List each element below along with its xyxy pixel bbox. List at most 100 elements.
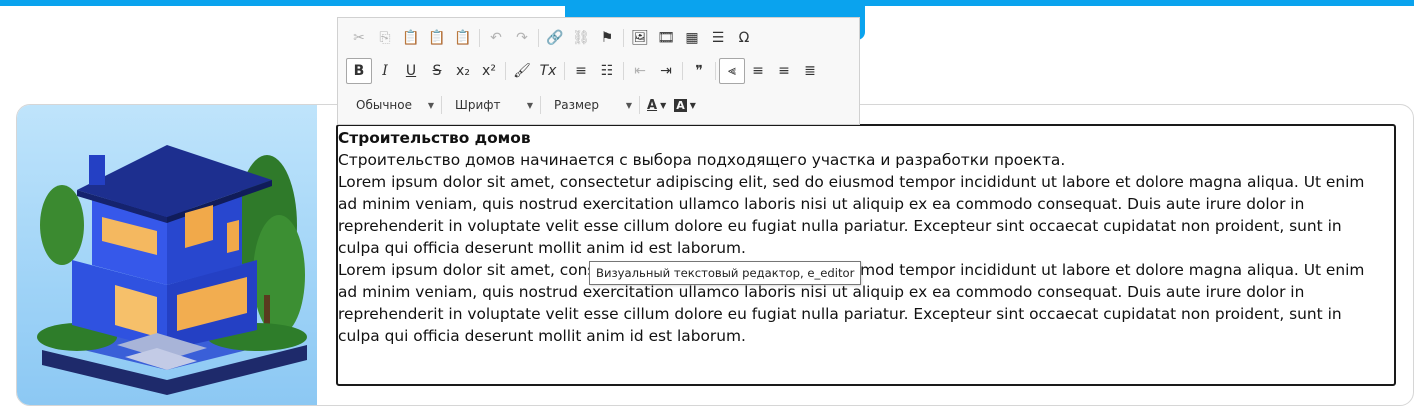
font-combo[interactable]: Шрифт ▼	[445, 94, 537, 116]
justify-icon: ≣	[804, 63, 816, 79]
anchor-button[interactable]: ⚑	[594, 25, 620, 51]
copy-button[interactable]: ⎘	[372, 25, 398, 51]
editor-paragraph-2: Lorem ipsum dolor sit amet, consectetur …	[338, 173, 1365, 257]
chevron-down-icon: ▼	[427, 100, 434, 110]
bold-icon: B	[353, 63, 365, 79]
numbered-list-button[interactable]: ≡	[568, 58, 594, 84]
special-char-button[interactable]: Ω	[731, 25, 757, 51]
toolbar-separator	[441, 96, 442, 114]
table-icon: ▦	[685, 30, 699, 46]
horizontal-line-icon: ☰	[711, 30, 725, 46]
copy-format-icon: 🖌	[513, 63, 531, 79]
editor-tooltip: Визуальный текстовый редактор, e_editor	[589, 261, 862, 285]
unlink-icon: ⛓	[572, 30, 590, 46]
undo-icon: ↶	[490, 30, 502, 46]
redo-button[interactable]: ↷	[509, 25, 535, 51]
strikethrough-icon: S	[432, 63, 442, 79]
align-left-icon: ⫷	[728, 63, 736, 79]
toolbar-separator	[623, 62, 624, 80]
cut-icon: ✂	[353, 30, 365, 46]
italic-button[interactable]: I	[372, 58, 398, 84]
paste-text-icon: 📋	[428, 30, 446, 46]
toolbar-separator	[505, 62, 506, 80]
align-right-icon: ≡	[778, 63, 790, 79]
superscript-button[interactable]: x²	[476, 58, 502, 84]
indent-button[interactable]: ⇥	[653, 58, 679, 84]
link-icon: 🔗	[546, 30, 564, 46]
toolbar-separator	[715, 62, 716, 80]
toolbar-row-3: Обычное ▼ Шрифт ▼ Размер ▼ A ▼ A ▼	[346, 92, 700, 118]
chevron-down-icon: ▼	[625, 100, 632, 110]
bulleted-list-icon: ☷	[600, 63, 614, 79]
bulleted-list-button[interactable]: ☷	[594, 58, 620, 84]
toolbar-separator	[538, 29, 539, 47]
align-left-button[interactable]: ⫷	[719, 58, 745, 84]
format-combo-label: Обычное	[356, 98, 412, 112]
copy-icon: ⎘	[379, 30, 391, 46]
blockquote-icon: ❞	[695, 63, 703, 79]
toolbar-separator	[623, 29, 624, 47]
text-color-icon: A	[647, 97, 658, 113]
video-button[interactable]: 🎞	[653, 25, 679, 51]
remove-format-button[interactable]: Tx	[535, 58, 561, 84]
underline-button[interactable]: U	[398, 58, 424, 84]
blockquote-button[interactable]: ❞	[686, 58, 712, 84]
editor-heading: Строительство домов	[338, 129, 531, 147]
horizontal-line-button[interactable]: ☰	[705, 25, 731, 51]
underline-icon: U	[405, 63, 417, 79]
toolbar-separator	[682, 62, 683, 80]
paste-button[interactable]: 📋	[398, 25, 424, 51]
text-color-button[interactable]: A ▼	[643, 93, 670, 117]
paste-icon: 📋	[402, 30, 420, 46]
background-color-button[interactable]: A ▼	[670, 93, 700, 117]
outdent-icon: ⇤	[634, 63, 646, 79]
background-color-icon: A	[674, 98, 687, 112]
size-combo[interactable]: Размер ▼	[544, 94, 636, 116]
undo-button[interactable]: ↶	[483, 25, 509, 51]
redo-icon: ↷	[516, 30, 528, 46]
outdent-button[interactable]: ⇤	[627, 58, 653, 84]
align-right-button[interactable]: ≡	[771, 58, 797, 84]
cut-button[interactable]: ✂	[346, 25, 372, 51]
image-button[interactable]: 🖼	[627, 25, 653, 51]
editor-paragraph-1: Строительство домов начинается с выбора …	[338, 151, 1066, 169]
justify-button[interactable]: ≣	[797, 58, 823, 84]
chevron-down-icon: ▼	[689, 100, 696, 110]
copy-format-button[interactable]: 🖌	[509, 58, 535, 84]
subscript-icon: x₂	[456, 63, 470, 79]
align-center-button[interactable]: ≡	[745, 58, 771, 84]
paste-text-button[interactable]: 📋	[424, 25, 450, 51]
rich-text-editor[interactable]: Строительство домов Строительство домов …	[336, 124, 1396, 386]
chevron-down-icon: ▼	[526, 100, 533, 110]
indent-icon: ⇥	[660, 63, 672, 79]
paste-from-word-icon: 📋	[454, 30, 472, 46]
image-icon: 🖼	[631, 30, 649, 46]
toolbar-row-2: B I U Sx₂ x² 🖌 Tx ≡ ☷ ⇤ ⇥ ❞ ⫷ ≡ ≡ ≣	[346, 58, 823, 84]
size-combo-label: Размер	[554, 98, 600, 112]
special-char-icon: Ω	[738, 30, 750, 46]
subscript-button[interactable]: x₂	[450, 58, 476, 84]
format-combo[interactable]: Обычное ▼	[346, 94, 438, 116]
link-button[interactable]: 🔗	[542, 25, 568, 51]
bold-button[interactable]: B	[346, 58, 372, 84]
anchor-icon: ⚑	[600, 30, 614, 46]
toolbar-separator	[479, 29, 480, 47]
strikethrough-button[interactable]: S	[424, 58, 450, 84]
paste-from-word-button[interactable]: 📋	[450, 25, 476, 51]
numbered-list-icon: ≡	[575, 63, 587, 79]
chevron-down-icon: ▼	[660, 100, 667, 110]
toolbar-separator	[639, 96, 640, 114]
table-button[interactable]: ▦	[679, 25, 705, 51]
remove-format-icon: Tx	[539, 63, 557, 79]
unlink-button[interactable]: ⛓	[568, 25, 594, 51]
toolbar-separator	[540, 96, 541, 114]
toolbar-separator	[564, 62, 565, 80]
toolbar-row-1: ✂ ⎘ 📋 📋 📋 ↶ ↷ 🔗 ⛓ ⚑ 🖼 🎞 ▦ ☰ Ω	[346, 25, 757, 51]
italic-icon: I	[382, 63, 388, 79]
superscript-icon: x²	[482, 63, 496, 79]
font-combo-label: Шрифт	[455, 98, 501, 112]
video-icon: 🎞	[657, 30, 675, 46]
house-image	[17, 105, 317, 405]
align-center-icon: ≡	[752, 63, 764, 79]
editor-toolbar: ✂ ⎘ 📋 📋 📋 ↶ ↷ 🔗 ⛓ ⚑ 🖼 🎞 ▦ ☰ Ω B I U Sx₂ x² 🖌 Tx ≡ ☷ ⇤ ⇥ ❞ ⫷ ≡ ≡ ≣ Обы…	[337, 17, 860, 125]
